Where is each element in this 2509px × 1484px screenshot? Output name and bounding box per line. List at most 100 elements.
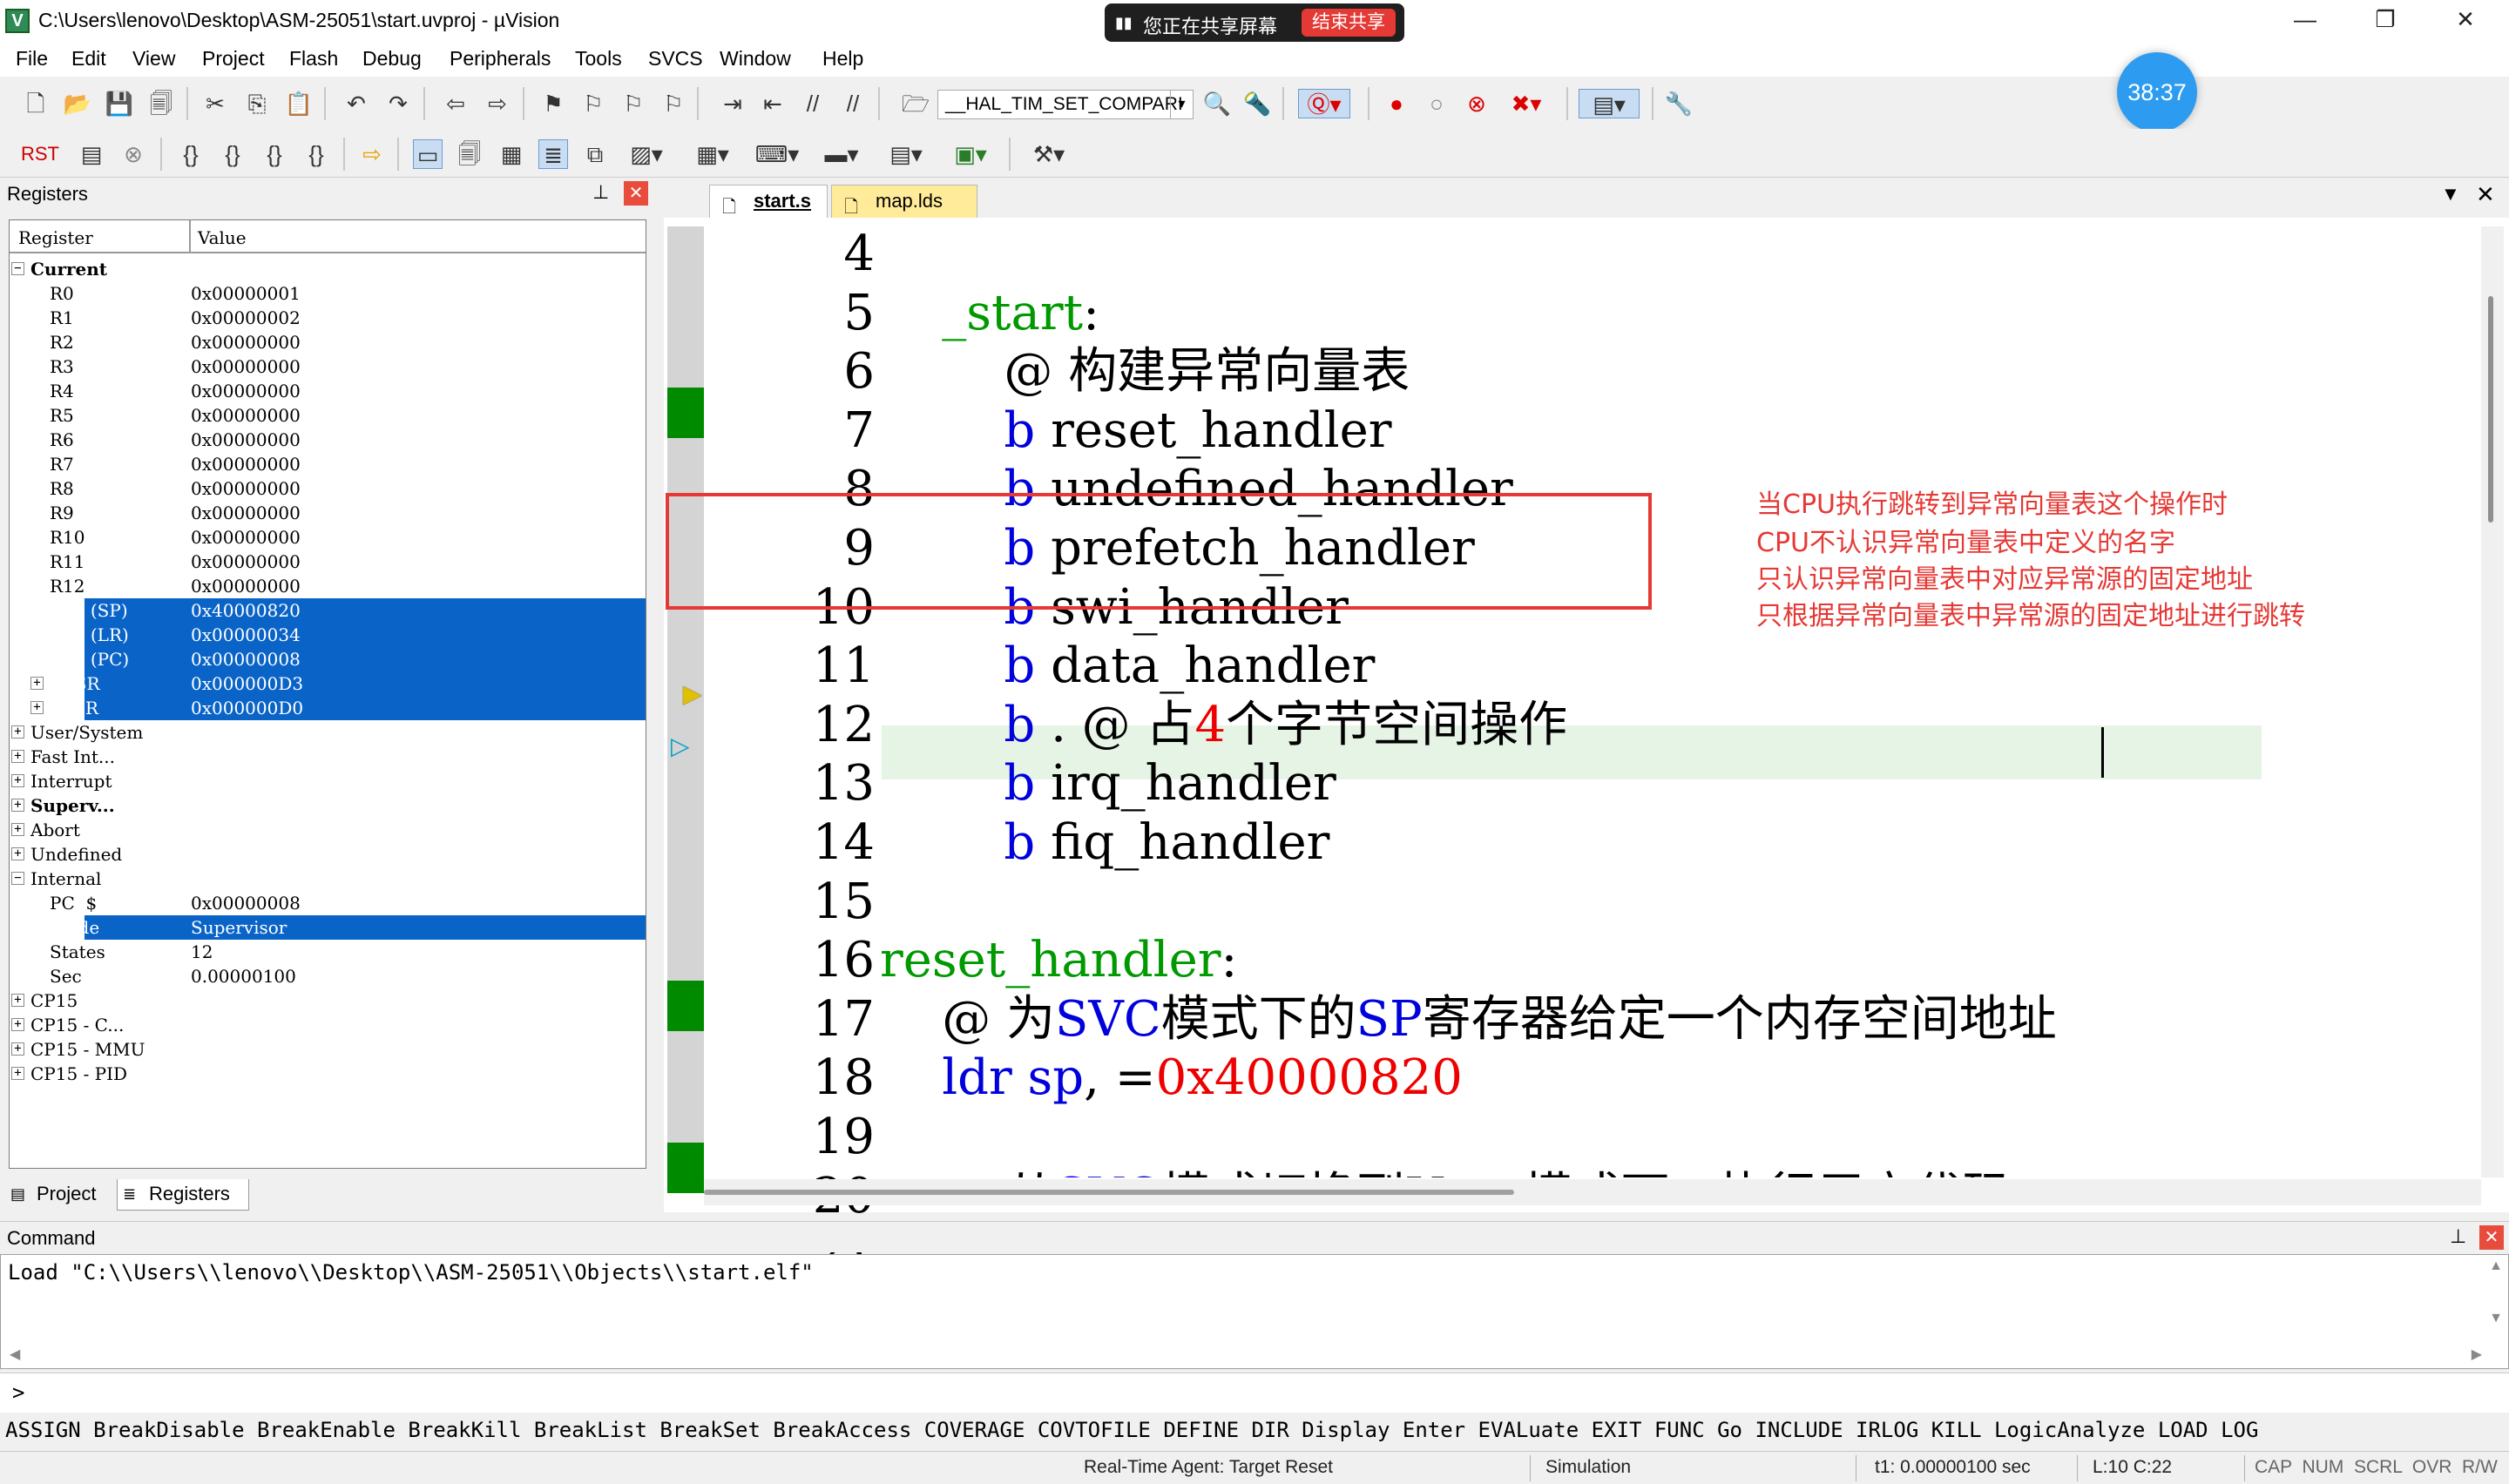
- register-row[interactable]: + User/System: [10, 720, 646, 745]
- column-value[interactable]: Value: [191, 227, 247, 248]
- register-row[interactable]: R11 0x00000000: [10, 550, 646, 574]
- command-window-icon[interactable]: ▭: [413, 139, 443, 169]
- registers-tree[interactable]: Register Value − Current R0 0x00000001 R1 0x0…: [9, 219, 646, 1169]
- configure-icon[interactable]: 🔧: [1664, 89, 1694, 118]
- clear-bookmarks-icon[interactable]: ⚐: [659, 89, 688, 118]
- register-value[interactable]: 0x000000D3: [191, 673, 303, 694]
- watch-windows-icon[interactable]: ▨▾: [622, 139, 671, 169]
- debug-session-icon[interactable]: Ⓠ▾: [1298, 89, 1350, 118]
- redo-icon[interactable]: ↷: [383, 89, 413, 118]
- bookmark-icon[interactable]: ⚑: [538, 89, 568, 118]
- register-row[interactable]: R3 0x00000000: [10, 354, 646, 379]
- register-row[interactable]: + CP15 - PID: [10, 1062, 646, 1086]
- register-row[interactable]: + Superv...: [10, 793, 646, 818]
- expand-icon[interactable]: +: [11, 750, 24, 763]
- copy-icon[interactable]: ⎘: [242, 89, 272, 118]
- register-row[interactable]: R14 (LR) 0x00000034: [10, 623, 646, 647]
- memory-windows-icon[interactable]: ▦▾: [688, 139, 737, 169]
- register-value[interactable]: 0x00000000: [191, 332, 301, 353]
- stop-sharing-button[interactable]: 结束共享: [1302, 9, 1396, 37]
- editor-vertical-scrollbar[interactable]: [2481, 226, 2504, 1177]
- step-into-icon[interactable]: {}: [176, 139, 206, 169]
- register-row[interactable]: Mode Supervisor: [10, 915, 646, 940]
- unindent-icon[interactable]: ⇤: [758, 89, 788, 118]
- indent-icon[interactable]: ⇥: [718, 89, 747, 118]
- register-row[interactable]: + Fast Int...: [10, 745, 646, 769]
- register-row[interactable]: + Undefined: [10, 842, 646, 867]
- register-value[interactable]: 0x00000000: [191, 576, 301, 597]
- register-value[interactable]: 0x00000000: [191, 478, 301, 499]
- editor-horizontal-scrollbar[interactable]: [704, 1179, 2481, 1205]
- menu-tools[interactable]: Tools: [575, 47, 622, 71]
- register-row[interactable]: R4 0x00000000: [10, 379, 646, 403]
- close-icon[interactable]: ✕: [624, 181, 648, 206]
- step-out-icon[interactable]: {}: [260, 139, 289, 169]
- collapse-icon[interactable]: −: [11, 262, 24, 275]
- tab-project[interactable]: ▤ Project: [5, 1179, 112, 1211]
- expand-icon[interactable]: +: [30, 701, 44, 714]
- register-row[interactable]: R9 0x00000000: [10, 501, 646, 525]
- tab-registers[interactable]: ≣ Registers: [117, 1179, 249, 1211]
- menu-peripherals[interactable]: Peripherals: [450, 47, 551, 71]
- register-value[interactable]: 0x00000001: [191, 283, 301, 304]
- navigate-back-icon[interactable]: ⇦: [441, 89, 470, 118]
- close-icon[interactable]: ✕: [2479, 1225, 2504, 1250]
- trace-windows-icon[interactable]: ▤▾: [882, 139, 930, 169]
- new-file-icon[interactable]: 🗋: [21, 89, 51, 118]
- incremental-find-icon[interactable]: 🔦: [1242, 89, 1272, 118]
- register-value[interactable]: 0.00000100: [191, 966, 296, 987]
- comment-icon[interactable]: //: [798, 89, 828, 118]
- expand-icon[interactable]: +: [11, 994, 24, 1007]
- register-value[interactable]: 0x00000000: [191, 503, 301, 523]
- register-row[interactable]: + CP15: [10, 988, 646, 1013]
- undo-icon[interactable]: ↶: [342, 89, 371, 118]
- register-value[interactable]: 12: [191, 941, 213, 962]
- scroll-down-icon[interactable]: ▼: [2489, 1311, 2503, 1326]
- open-file-icon[interactable]: 📂: [63, 89, 92, 118]
- code-line[interactable]: @ 构建异常向量表: [880, 346, 1410, 398]
- register-value[interactable]: 0x00000002: [191, 307, 301, 328]
- expand-icon[interactable]: +: [11, 725, 24, 739]
- expand-icon[interactable]: +: [11, 774, 24, 787]
- maximize-button[interactable]: ❐: [2343, 0, 2427, 40]
- register-row[interactable]: − Current: [10, 257, 646, 281]
- register-value[interactable]: 0x00000000: [191, 356, 301, 377]
- menu-flash[interactable]: Flash: [289, 47, 338, 71]
- insert-breakpoint-icon[interactable]: ●: [1382, 89, 1411, 118]
- command-input[interactable]: >: [0, 1373, 2509, 1413]
- scroll-thumb[interactable]: [2488, 296, 2493, 523]
- register-row[interactable]: R5 0x00000000: [10, 403, 646, 428]
- cut-icon[interactable]: ✂: [200, 89, 230, 118]
- menu-file[interactable]: File: [16, 47, 48, 71]
- toolbox-icon[interactable]: ⚒▾: [1025, 139, 1073, 169]
- register-value[interactable]: 0x000000D0: [191, 698, 303, 718]
- menu-edit[interactable]: Edit: [71, 47, 106, 71]
- paste-icon[interactable]: 📋: [284, 89, 314, 118]
- run-to-cursor-icon[interactable]: {}: [301, 139, 331, 169]
- scroll-up-icon[interactable]: ▲: [2489, 1258, 2503, 1274]
- expand-icon[interactable]: +: [11, 1042, 24, 1056]
- register-row[interactable]: + CPSR 0x000000D3: [10, 671, 646, 696]
- expand-icon[interactable]: +: [30, 677, 44, 690]
- scroll-left-icon[interactable]: ◀: [10, 1346, 20, 1363]
- save-all-icon[interactable]: 🗐: [146, 89, 176, 118]
- menu-help[interactable]: Help: [822, 47, 863, 71]
- register-value[interactable]: 0x00000008: [191, 893, 301, 914]
- expand-icon[interactable]: +: [11, 1018, 24, 1031]
- register-row[interactable]: + Interrupt: [10, 769, 646, 793]
- code-line[interactable]: b reset_handler: [880, 404, 1391, 457]
- register-value[interactable]: 0x00000008: [191, 649, 301, 670]
- register-row[interactable]: R1 0x00000002: [10, 306, 646, 330]
- code-line[interactable]: reset_handler:: [880, 934, 1237, 987]
- register-value[interactable]: 0x00000000: [191, 454, 301, 475]
- register-row[interactable]: R12 0x00000000: [10, 574, 646, 598]
- register-value[interactable]: 0x00000000: [191, 381, 301, 401]
- code-line[interactable]: @ 为SVC模式下的SP寄存器给定一个内存空间地址: [880, 993, 2057, 1046]
- serial-windows-icon[interactable]: ⌨▾: [753, 139, 801, 169]
- register-row[interactable]: States 12: [10, 940, 646, 964]
- register-row[interactable]: R6 0x00000000: [10, 428, 646, 452]
- pin-icon[interactable]: ⊥: [2450, 1225, 2466, 1248]
- tab-list-dropdown-icon[interactable]: ▼: [2441, 183, 2460, 206]
- minimize-button[interactable]: —: [2263, 0, 2347, 40]
- next-bookmark-icon[interactable]: ⚐: [619, 89, 648, 118]
